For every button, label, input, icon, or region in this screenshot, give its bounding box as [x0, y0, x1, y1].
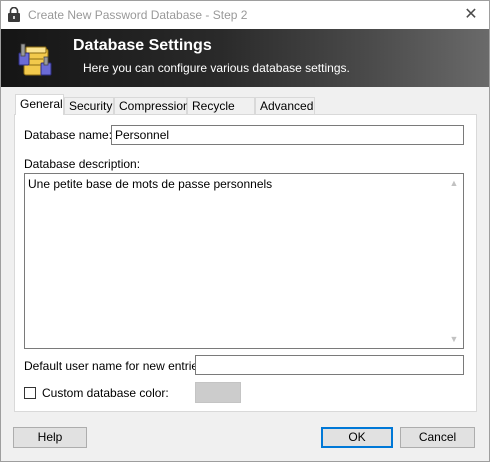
- lock-icon: [8, 7, 20, 22]
- custom-color-label: Custom database color:: [42, 386, 169, 400]
- database-name-input[interactable]: [111, 125, 464, 145]
- tab-recycle-bin[interactable]: Recycle Bin: [187, 97, 255, 130]
- tab-advanced[interactable]: Advanced: [255, 97, 315, 114]
- tab-general[interactable]: General: [15, 94, 64, 115]
- window-title: Create New Password Database - Step 2: [28, 8, 248, 22]
- banner-title: Database Settings: [73, 37, 212, 54]
- title-bar[interactable]: Create New Password Database - Step 2 ✕: [1, 1, 489, 29]
- scroll-down-icon[interactable]: ▼: [446, 331, 462, 347]
- banner-subtitle: Here you can configure various database …: [83, 61, 350, 75]
- ok-button[interactable]: OK: [321, 427, 393, 448]
- custom-color-checkbox[interactable]: [24, 387, 36, 399]
- scroll-up-icon[interactable]: ▲: [446, 175, 462, 191]
- database-description-textarea[interactable]: Une petite base de mots de passe personn…: [24, 173, 464, 349]
- default-user-input[interactable]: [195, 355, 464, 375]
- dialog-window: Create New Password Database - Step 2 ✕ …: [0, 0, 490, 462]
- close-icon: ✕: [464, 6, 478, 23]
- cancel-button[interactable]: Cancel: [400, 427, 475, 448]
- close-button[interactable]: ✕: [456, 4, 486, 26]
- header-banner: Database Settings Here you can configure…: [1, 29, 489, 87]
- default-user-label: Default user name for new entries:: [24, 359, 208, 373]
- database-description-text: Une petite base de mots de passe personn…: [28, 177, 273, 191]
- custom-color-swatch-button[interactable]: [195, 382, 241, 403]
- tab-security[interactable]: Security: [64, 97, 114, 114]
- database-name-label: Database name:: [24, 128, 113, 142]
- database-description-label: Database description:: [24, 157, 141, 171]
- vertical-scrollbar[interactable]: ▲ ▼: [446, 175, 462, 347]
- tab-compression[interactable]: Compression: [114, 97, 190, 114]
- help-button[interactable]: Help: [13, 427, 87, 448]
- database-settings-icon: [18, 43, 52, 76]
